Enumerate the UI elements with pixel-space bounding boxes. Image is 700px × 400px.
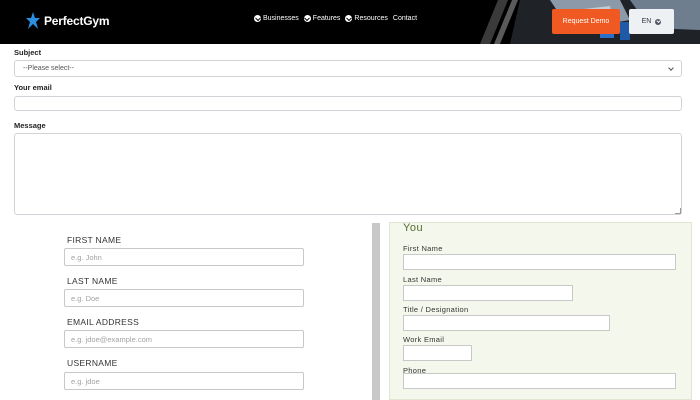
you-title-field[interactable]: [403, 315, 610, 331]
you-phone-field[interactable]: [403, 373, 676, 389]
chevron-down-icon: [668, 64, 674, 71]
you-last-name-field[interactable]: [403, 285, 573, 301]
subject-selected-value: --Please select--: [23, 65, 74, 72]
first-name-label: First Name: [403, 244, 443, 253]
nav-item-businesses[interactable]: Businesses: [254, 15, 299, 22]
nav-item-label: Resources: [354, 15, 388, 22]
last-name-field[interactable]: [64, 289, 304, 307]
site-header: PerfectGym Businesses Features Resources…: [0, 0, 700, 44]
chevron-down-icon: [254, 15, 261, 22]
work-email-label: Work Email: [403, 335, 445, 344]
you-first-name-field[interactable]: [403, 254, 676, 270]
brand-name: PerfectGym: [44, 14, 110, 28]
request-demo-button[interactable]: Request Demo: [552, 9, 620, 34]
title-designation-label: Title / Designation: [403, 305, 469, 314]
language-select[interactable]: EN: [629, 9, 674, 34]
you-work-email-field[interactable]: [403, 345, 472, 361]
nav-item-resources[interactable]: Resources: [345, 15, 388, 22]
nav-item-features[interactable]: Features: [303, 15, 341, 22]
first-name-label: FIRST NAME: [67, 235, 122, 245]
nav-item-label: Businesses: [263, 15, 299, 22]
message-textarea[interactable]: [14, 133, 682, 215]
you-form-title: You: [403, 222, 424, 234]
subject-select[interactable]: --Please select--: [14, 60, 682, 77]
username-field[interactable]: [64, 372, 304, 390]
nav-item-label: Features: [312, 15, 341, 22]
main-nav: Businesses Features Resources Contact: [254, 15, 417, 22]
chevron-down-icon: [345, 15, 353, 22]
nav-item-contact[interactable]: Contact: [393, 15, 417, 22]
chevron-down-icon: [655, 18, 662, 25]
message-label: Message: [14, 121, 46, 130]
subject-label: Subject: [14, 48, 42, 57]
email-address-field[interactable]: [64, 330, 304, 348]
last-name-label: Last Name: [403, 275, 442, 284]
resize-handle[interactable]: [675, 208, 681, 214]
nav-item-label: Contact: [392, 15, 418, 22]
email-address-label: EMAIL ADDRESS: [67, 317, 140, 327]
username-label: USERNAME: [67, 358, 118, 368]
panel-divider: [372, 223, 380, 400]
language-label: EN: [641, 18, 652, 25]
logo-star-icon: [26, 12, 40, 29]
chevron-down-icon: [303, 15, 311, 22]
brand-logo[interactable]: PerfectGym: [26, 10, 110, 32]
last-name-label: LAST NAME: [67, 276, 118, 286]
first-name-field[interactable]: [64, 248, 304, 266]
email-label: Your email: [14, 83, 52, 92]
email-field[interactable]: [14, 96, 682, 111]
